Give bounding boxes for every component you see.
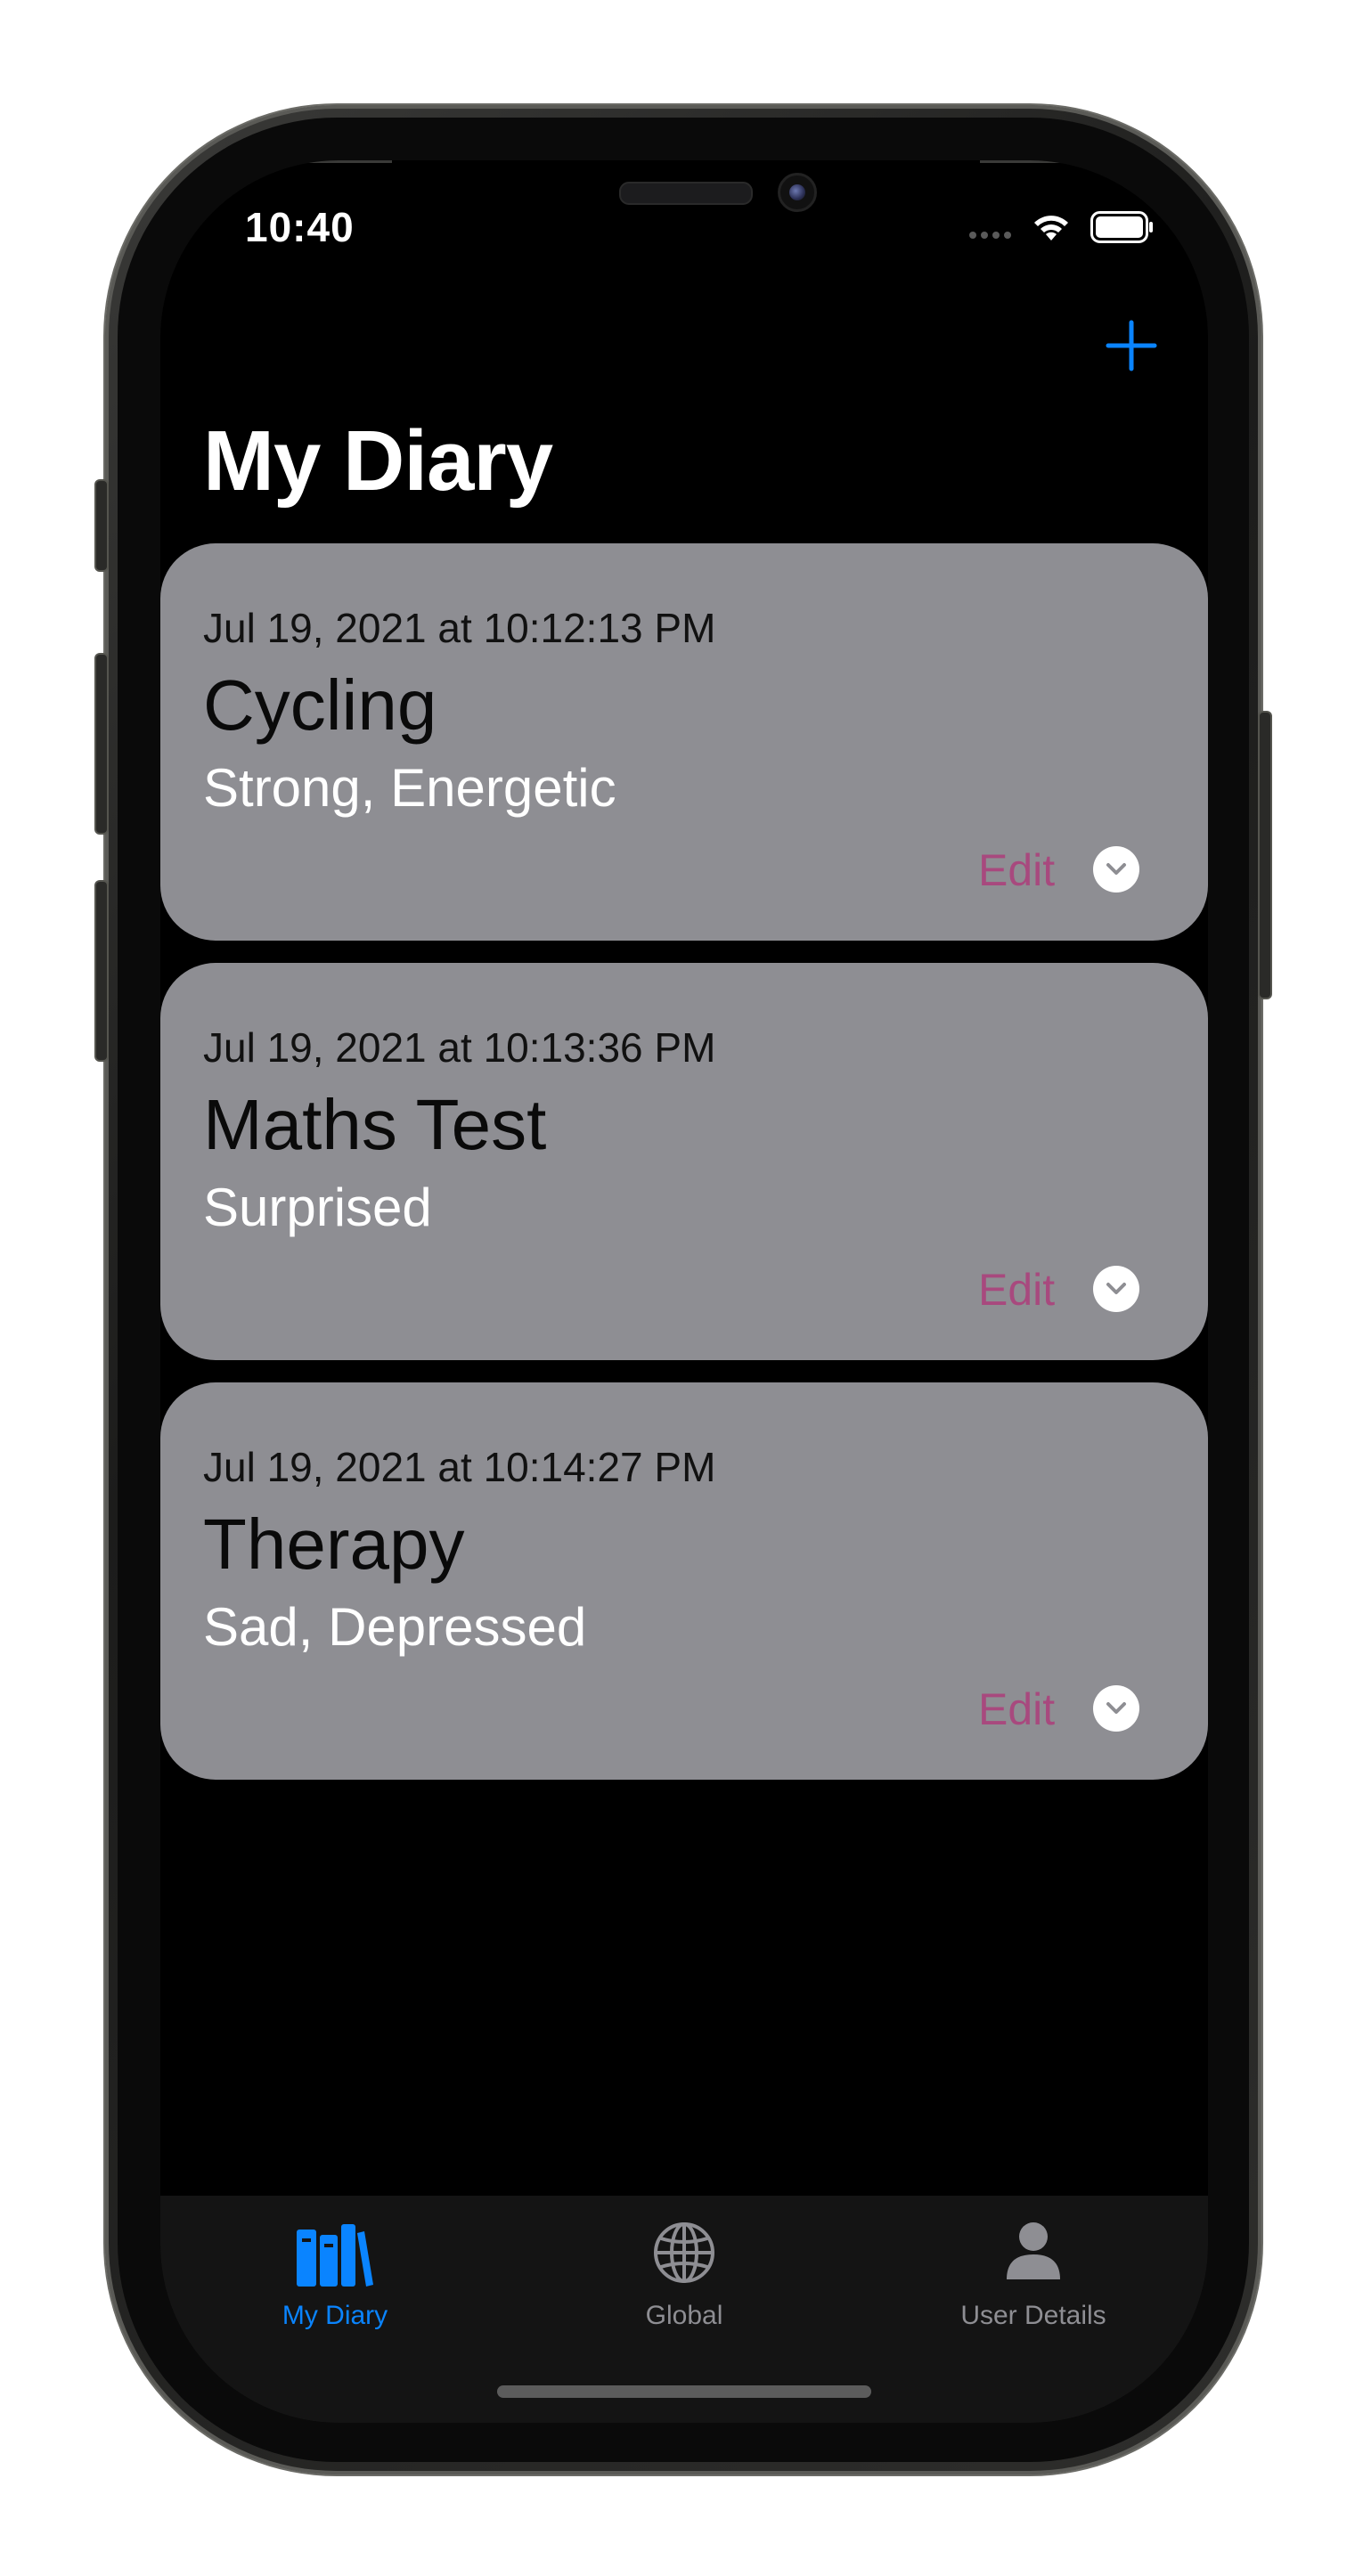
status-time: 10:40 — [245, 204, 355, 250]
diary-entry-card[interactable]: Jul 19, 2021 at 10:12:13 PM Cycling Stro… — [160, 543, 1208, 941]
expand-button[interactable] — [1093, 1266, 1139, 1312]
plus-icon — [1106, 320, 1157, 371]
tab-user-details[interactable]: User Details — [859, 2196, 1208, 2338]
entry-moods: Strong, Energetic — [203, 758, 616, 818]
entry-title: Maths Test — [203, 1085, 547, 1164]
tab-my-diary[interactable]: My Diary — [160, 2196, 510, 2338]
diary-entry-card[interactable]: Jul 19, 2021 at 10:13:36 PM Maths Test S… — [160, 963, 1208, 1360]
edit-button[interactable]: Edit — [978, 1264, 1055, 1316]
diary-entry-card[interactable]: Jul 19, 2021 at 10:14:27 PM Therapy Sad,… — [160, 1382, 1208, 1780]
front-camera — [778, 173, 817, 212]
tab-global[interactable]: Global — [510, 2196, 859, 2338]
globe-icon — [654, 2222, 714, 2283]
mute-switch — [96, 481, 107, 570]
battery-icon — [1090, 211, 1153, 243]
entry-date: Jul 19, 2021 at 10:13:36 PM — [203, 1024, 716, 1071]
entry-moods: Sad, Depressed — [203, 1597, 587, 1657]
volume-up-button — [96, 655, 107, 833]
person-icon — [1007, 2222, 1060, 2279]
expand-button[interactable] — [1093, 846, 1139, 893]
antenna-line-left — [294, 160, 392, 163]
entry-title: Therapy — [203, 1504, 465, 1584]
volume-down-button — [96, 882, 107, 1060]
entry-title: Cycling — [203, 665, 437, 745]
cellular-signal-icon — [969, 232, 1011, 239]
antenna-line-right — [980, 160, 1078, 163]
entry-date: Jul 19, 2021 at 10:14:27 PM — [203, 1444, 716, 1490]
edit-button[interactable]: Edit — [978, 1683, 1055, 1735]
screen: 10:40 My Diary Jul 19, 2021 at 10:12:13 … — [160, 160, 1208, 2423]
power-button — [1260, 713, 1270, 998]
entry-date: Jul 19, 2021 at 10:12:13 PM — [203, 605, 716, 651]
expand-button[interactable] — [1093, 1685, 1139, 1732]
chevron-down-icon — [1106, 863, 1126, 875]
wifi-icon — [1034, 216, 1068, 240]
edit-button[interactable]: Edit — [978, 844, 1055, 896]
page-title: My Diary — [203, 413, 553, 509]
tab-label: User Details — [960, 2301, 1106, 2330]
tab-label: Global — [645, 2301, 723, 2330]
entry-moods: Surprised — [203, 1178, 432, 1237]
books-icon — [297, 2224, 373, 2287]
tab-label: My Diary — [282, 2301, 388, 2330]
earpiece-speaker — [619, 182, 753, 205]
chevron-down-icon — [1106, 1283, 1126, 1294]
add-entry-button[interactable] — [1105, 319, 1158, 372]
home-indicator[interactable] — [497, 2385, 871, 2398]
chevron-down-icon — [1106, 1702, 1126, 1714]
